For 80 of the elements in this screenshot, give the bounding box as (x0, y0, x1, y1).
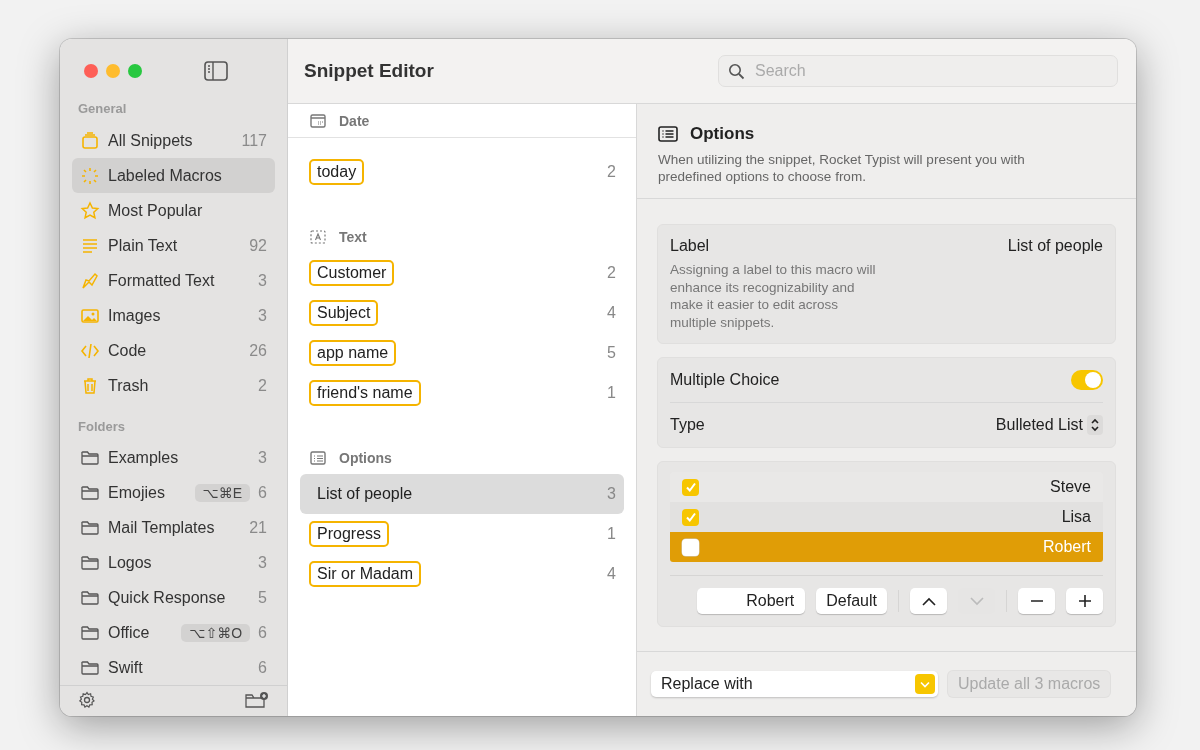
sidebar-item[interactable]: Emojies ⌥⌘E 6 (72, 475, 275, 510)
default-button[interactable]: Default (816, 588, 887, 614)
group-header: Options (339, 449, 392, 466)
macro-token: friend's name (309, 380, 421, 406)
search-field[interactable]: Search (718, 55, 1118, 87)
sidebar-item[interactable]: Examples 3 (72, 440, 275, 475)
choice-input[interactable]: Robert (697, 588, 806, 614)
setting-label: Type (670, 416, 705, 434)
window-title: Snippet Editor (304, 60, 434, 82)
sidebar-item[interactable]: Quick Response 5 (72, 580, 275, 615)
sidebar-item[interactable]: Trash 2 (72, 368, 275, 403)
group-icon (309, 227, 327, 246)
macro-item[interactable]: app name 5 (300, 333, 624, 373)
sidebar-item[interactable]: Formatted Text 3 (72, 263, 275, 298)
macro-item[interactable]: Progress 1 (300, 514, 624, 554)
checkmark-icon (684, 481, 697, 493)
chevron-down-icon (969, 596, 984, 606)
category-icon (80, 200, 100, 221)
macro-item[interactable]: Sir or Madam 4 (300, 554, 624, 594)
macro-token: Subject (309, 300, 379, 326)
choice-row[interactable]: Lisa (670, 502, 1103, 532)
checkbox[interactable] (682, 478, 699, 496)
toggle-switch[interactable] (1071, 370, 1103, 390)
sidebar-item[interactable]: Logos 3 (72, 545, 275, 580)
checkmark-icon (684, 511, 697, 523)
section-header: General (77, 101, 128, 116)
checkbox[interactable] (682, 538, 699, 556)
section-header: Folders (77, 419, 126, 434)
choice-row[interactable]: Steve (670, 472, 1103, 502)
sidebar-item[interactable]: Mail Templates 21 (72, 510, 275, 545)
type-select[interactable]: Bulleted List (995, 415, 1103, 435)
macro-item[interactable]: friend's name 1 (300, 373, 624, 413)
label-description: Assigning a label to this macro will enhance its recognizability and make it easier to edit across multiple snippets. (670, 261, 877, 331)
macro-item[interactable]: Customer 2 (300, 253, 624, 293)
sidebar-item[interactable]: Swift 6 (72, 650, 275, 685)
settings-icon[interactable] (78, 691, 96, 709)
sidebar-item[interactable]: Images 3 (72, 298, 275, 333)
sidebar-item[interactable]: Office ⌥⇧⌘O 6 (72, 615, 275, 650)
chevron-up-icon (921, 596, 936, 606)
details-description: When utilizing the snippet, Rocket Typist will present you with predefined options to choose from. (658, 151, 1026, 185)
chevron-down-icon (920, 680, 930, 688)
stepper-icon (1090, 417, 1100, 433)
window-control[interactable] (84, 64, 98, 78)
sidebar-item[interactable]: Labeled Macros (72, 158, 275, 193)
list-icon (658, 126, 678, 142)
remove-button[interactable] (1018, 588, 1055, 614)
setting-label: Multiple Choice (670, 371, 780, 389)
category-icon (80, 165, 100, 186)
macro-token: app name (309, 340, 397, 366)
macro-item[interactable]: Subject 4 (300, 293, 624, 333)
group-icon (309, 111, 327, 130)
window-control[interactable] (106, 64, 120, 78)
action-dropdown[interactable]: Replace with (651, 671, 938, 697)
sidebar-item[interactable]: All Snippets 117 (72, 123, 275, 158)
sidebar-item[interactable]: Plain Text 92 (72, 228, 275, 263)
checkbox[interactable] (682, 508, 699, 526)
new-folder-icon[interactable] (245, 691, 269, 709)
label-value[interactable]: List of people (1007, 237, 1103, 255)
macro-token: Progress (309, 521, 390, 547)
group-header: Date (339, 112, 370, 129)
window-control[interactable] (128, 64, 142, 78)
move-up-button[interactable] (910, 588, 947, 614)
macro-item[interactable]: List of people 3 (300, 474, 624, 514)
details-title: Options (690, 124, 755, 144)
group-icon (309, 448, 327, 467)
macro-item[interactable]: today 2 (300, 152, 624, 192)
group-header: Text (339, 228, 367, 245)
macro-token: Sir or Madam (309, 561, 422, 587)
shortcut-badge: ⌥⇧⌘O (181, 623, 251, 642)
sidebar-item[interactable]: Most Popular (72, 193, 275, 228)
shortcut-badge: ⌥⌘E (194, 483, 251, 502)
plus-icon (1077, 594, 1092, 608)
category-icon (80, 270, 100, 291)
sidebar-item[interactable]: Code 26 (72, 333, 275, 368)
add-button[interactable] (1066, 588, 1103, 614)
label-title: Label (670, 237, 710, 255)
macro-token: Customer (309, 260, 395, 286)
sidebar-toggle-icon[interactable] (204, 61, 228, 81)
macro-token: today (309, 159, 365, 185)
category-icon (80, 130, 100, 151)
